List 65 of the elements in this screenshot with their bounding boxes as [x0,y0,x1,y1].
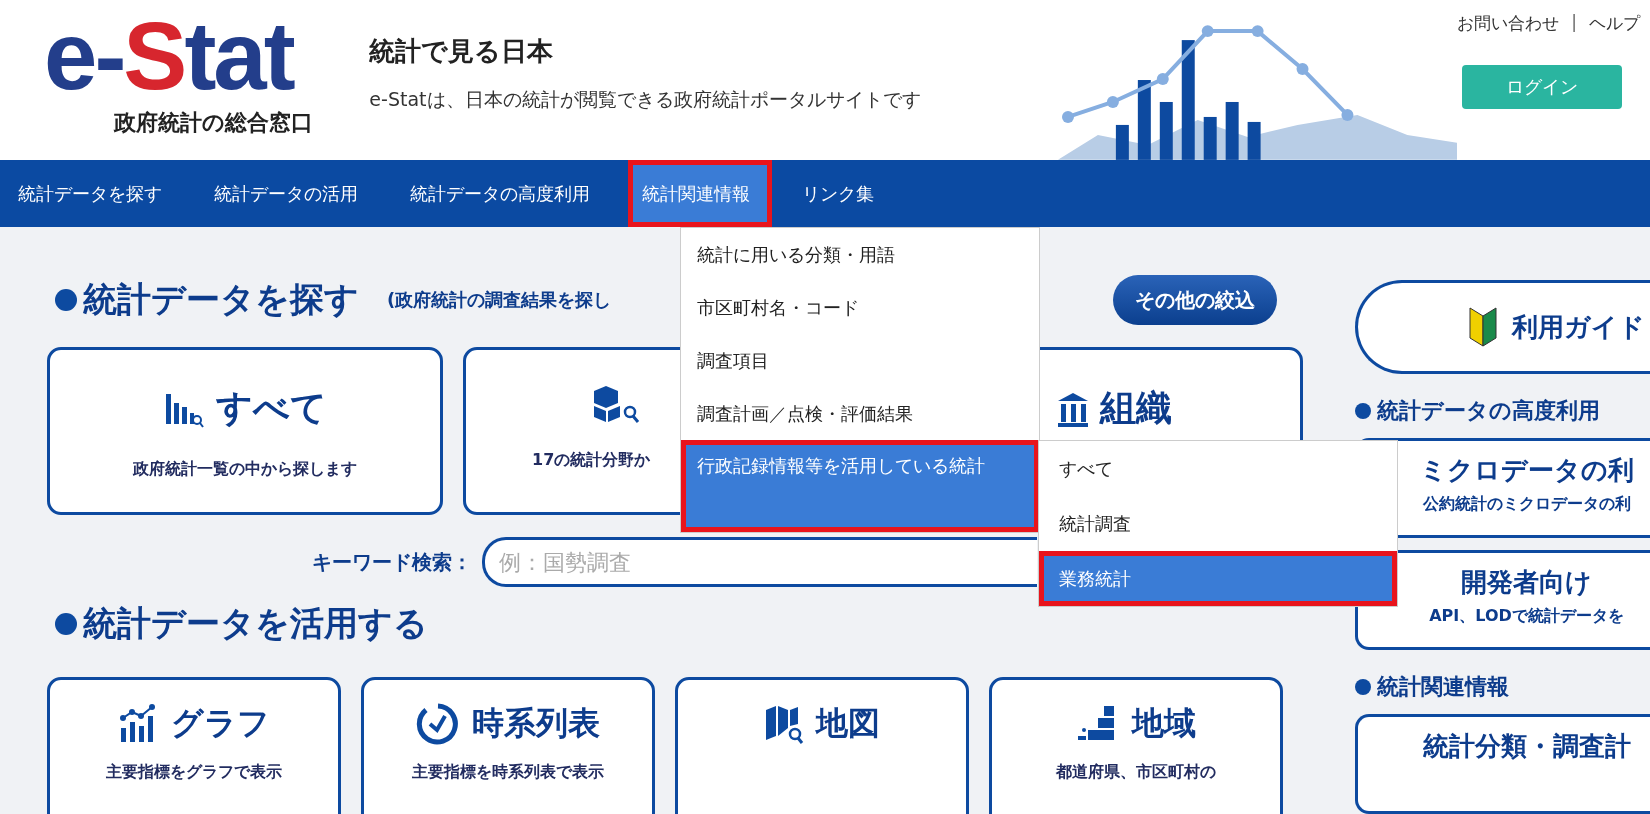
cubes-search-icon [592,384,640,424]
card-title: すべて [215,386,327,430]
card-description: 主要指標をグラフで表示 [106,762,282,783]
chart-point [1251,25,1264,38]
card-description: 公約統計のミクロデータの利 [1422,494,1631,515]
nav-tab[interactable]: 統計データを探す [4,160,184,227]
map-search-icon [764,704,804,744]
sidebar-card[interactable]: 開発者向け API、LODで統計データを [1355,550,1650,650]
chart-point [1201,25,1214,38]
nav-tab[interactable]: リンク集 [788,160,896,227]
menu-item[interactable]: 業務統計 [1039,551,1397,606]
site-title: 統計で見る日本 [369,35,555,68]
chart-point [1062,110,1074,123]
card-description: 17の統計分野か [531,450,651,471]
guide-button[interactable]: 利用ガイド [1355,280,1650,374]
menu-item[interactable]: 統計に用いる分類・用語 [681,228,1039,281]
card-title: ミクロデータの利 [1419,454,1634,487]
card-description: API、LODで統計データを [1429,606,1624,627]
section-heading: 統計データを活用する [83,602,428,645]
card-title: 組織 [1100,386,1172,430]
card-description: 政府統計一覧の中から探します [133,459,357,480]
feature-card[interactable]: 時系列表 主要指標を時系列表で表示 [361,677,655,814]
chart-point [1106,96,1119,108]
card-title: 開発者向け [1461,566,1592,599]
header-link[interactable]: ヘルプ [1589,12,1640,35]
chart-point [1296,63,1309,76]
header-link[interactable]: お問い合わせ [1457,12,1560,35]
filter-button[interactable]: その他の絞込 [1113,275,1277,325]
logo-subtitle: 政府統計の総合窓口 [114,109,313,137]
clock-icon [416,702,460,746]
card-title: グラフ [170,703,270,744]
card-title: 時系列表 [472,703,600,744]
card-title: 地図 [816,703,880,744]
nav-tab[interactable]: 統計データの活用 [200,160,380,227]
feature-card[interactable]: 地域 都道府県、市区町村の [989,677,1283,814]
tagline: e-Statは、日本の統計が閲覧できる政府統計ポータルサイトです [369,87,922,112]
card-title: 地域 [1132,703,1196,744]
bullet-icon [55,613,77,635]
menu-item[interactable]: 行政記録情報等を活用している統計 [681,440,1039,532]
nav-tab[interactable]: 統計データの高度利用 [396,160,612,227]
sidebar-card[interactable]: 統計分類・調査計 [1355,714,1650,814]
beginner-mark-icon [1468,306,1498,348]
nav-tab[interactable]: 統計関連情報 [628,160,772,227]
card-title: 統計分類・調査計 [1422,730,1631,763]
card-description: 都道府県、市区町村の [1056,762,1216,783]
chart-point [1341,108,1354,121]
logo[interactable]: e-Stat [44,8,293,104]
sidebar-heading: 統計関連情報 [1377,673,1509,701]
bullet-icon [55,289,77,311]
category-card[interactable]: すべて 政府統計一覧の中から探します [47,347,443,515]
section-heading: 統計データを探す [83,278,359,321]
bullet-icon [1355,403,1371,419]
section-subheading: (政府統計の調査結果を探し [387,288,612,312]
card-description: 主要指標を時系列表で表示 [412,762,604,783]
separator: | [1571,12,1577,34]
feature-card[interactable]: グラフ 主要指標をグラフで表示 [47,677,341,814]
keyword-search-field[interactable]: 例：国勢調査 [482,537,1037,587]
menu-item[interactable]: 市区町村名・コード [681,281,1039,334]
menu-item[interactable]: すべて [1039,441,1397,496]
menu-item[interactable]: 統計調査 [1039,496,1397,551]
keyword-label: キーワード検索： [312,548,472,576]
feature-card[interactable]: 地図 [675,677,969,814]
bullet-icon [1355,679,1371,695]
chart-point [1156,73,1169,85]
sidebar-heading: 統計データの高度利用 [1377,397,1600,425]
